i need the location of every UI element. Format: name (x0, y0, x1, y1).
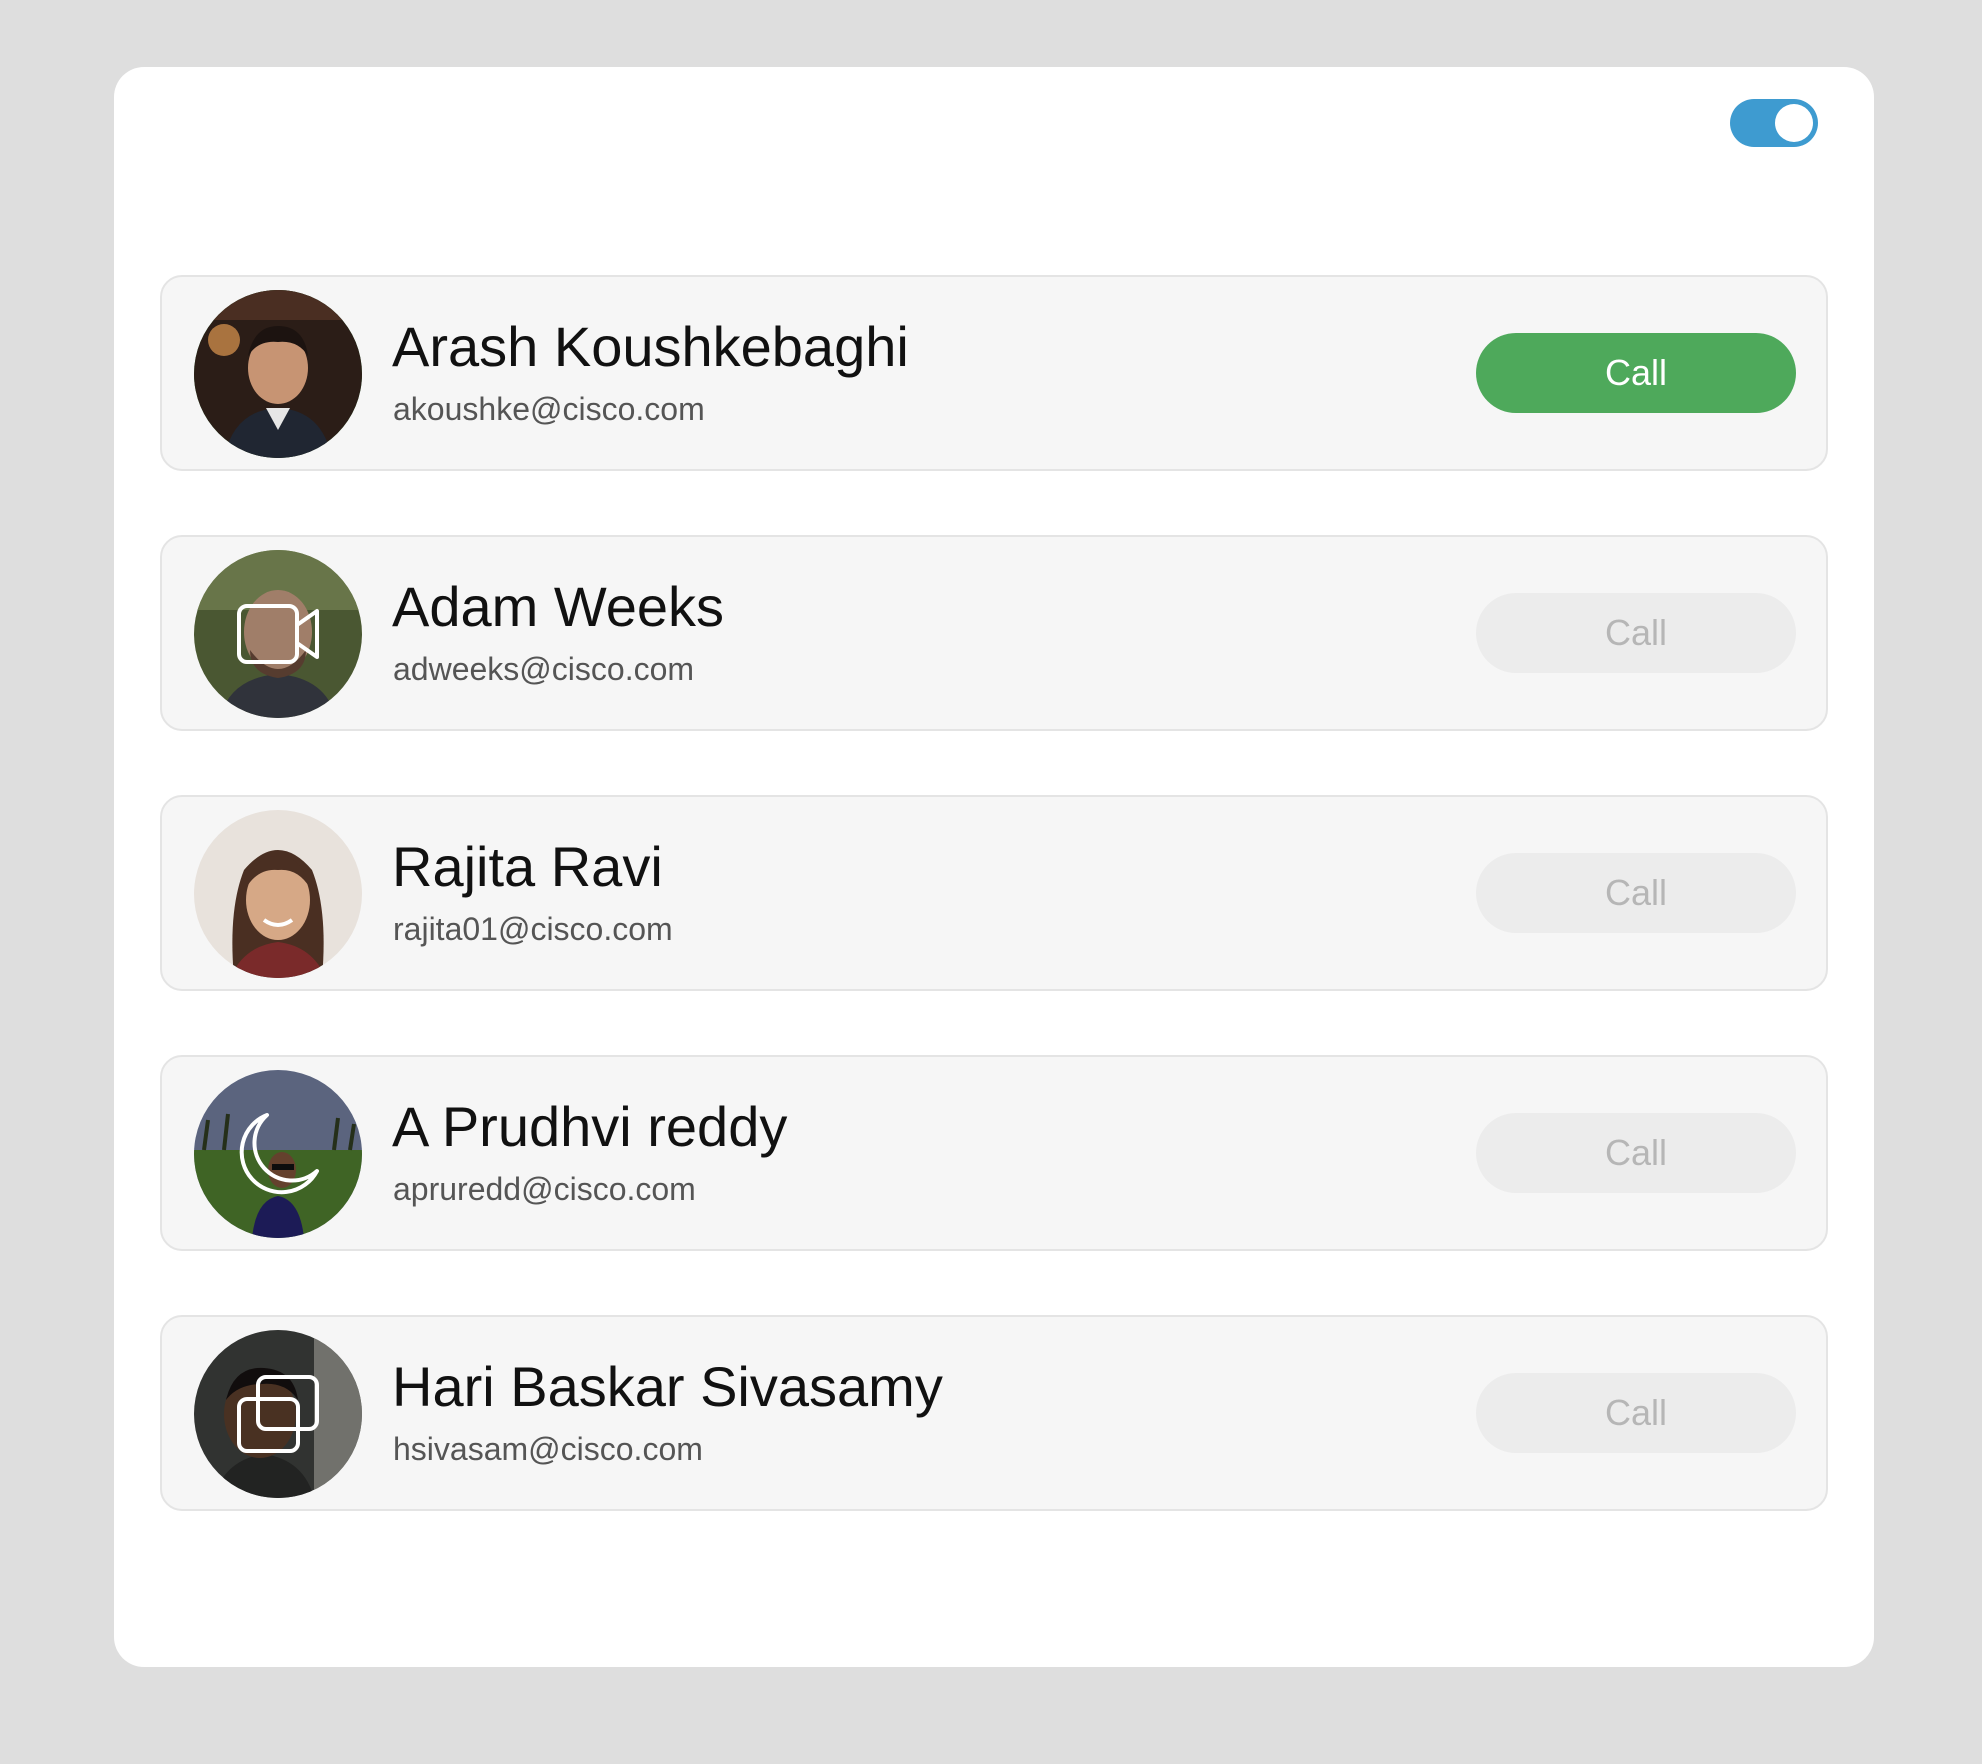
contact-name: Adam Weeks (392, 575, 724, 638)
call-button[interactable]: Call (1476, 1113, 1796, 1193)
video-camera-icon (237, 604, 319, 664)
contact-row: Hari Baskar Sivasamy hsivasam@cisco.com … (160, 1315, 1828, 1511)
contact-name: Rajita Ravi (392, 835, 663, 898)
avatar-photo (194, 810, 362, 978)
contact-email: apruredd@cisco.com (393, 1171, 696, 1207)
contact-row: Adam Weeks adweeks@cisco.com Call (160, 535, 1828, 731)
status-overlay (194, 1070, 362, 1238)
screen-share-icon (237, 1375, 319, 1453)
contact-name: Arash Koushkebaghi (392, 315, 909, 378)
avatar-photo (194, 290, 362, 458)
contact-name: Hari Baskar Sivasamy (392, 1355, 943, 1418)
contact-name: A Prudhvi reddy (392, 1095, 788, 1158)
call-button[interactable]: Call (1476, 853, 1796, 933)
avatar (194, 1330, 362, 1498)
status-overlay (194, 1330, 362, 1498)
call-button[interactable]: Call (1476, 593, 1796, 673)
contact-email: akoushke@cisco.com (393, 391, 705, 427)
avatar (194, 810, 362, 978)
toggle-switch[interactable] (1730, 99, 1818, 147)
contact-row: Arash Koushkebaghi akoushke@cisco.com Ca… (160, 275, 1828, 471)
contact-email: rajita01@cisco.com (393, 911, 673, 947)
call-button[interactable]: Call (1476, 1373, 1796, 1453)
status-overlay (194, 550, 362, 718)
call-button[interactable]: Call (1476, 333, 1796, 413)
contacts-card: Arash Koushkebaghi akoushke@cisco.com Ca… (114, 67, 1874, 1667)
contact-row: Rajita Ravi rajita01@cisco.com Call (160, 795, 1828, 991)
contact-list: Arash Koushkebaghi akoushke@cisco.com Ca… (160, 275, 1828, 1575)
contact-email: hsivasam@cisco.com (393, 1431, 703, 1467)
contact-email: adweeks@cisco.com (393, 651, 695, 687)
contact-row: A Prudhvi reddy apruredd@cisco.com Call (160, 1055, 1828, 1251)
avatar (194, 550, 362, 718)
toggle-knob (1775, 104, 1813, 142)
avatar (194, 1070, 362, 1238)
moon-icon (239, 1113, 319, 1195)
avatar (194, 290, 362, 458)
